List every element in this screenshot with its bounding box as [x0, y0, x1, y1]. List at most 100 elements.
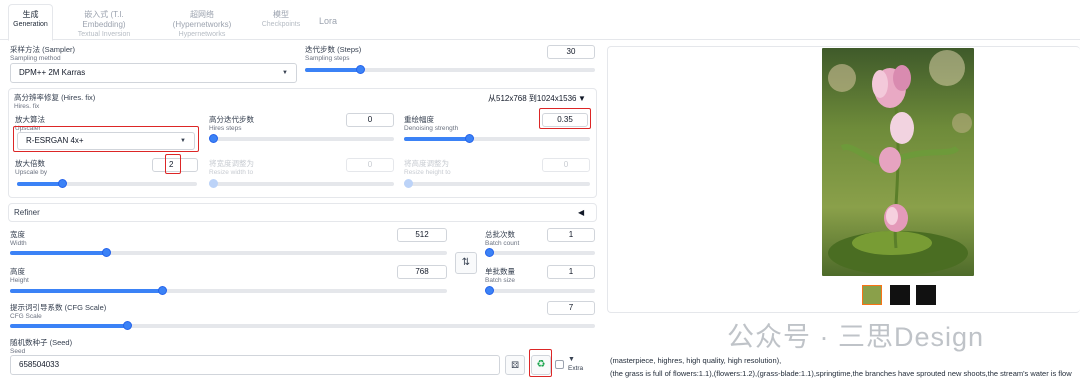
tab-checkpoints[interactable]: 模型 Checkpoints: [256, 10, 306, 30]
slider-handle[interactable]: [485, 286, 494, 295]
cfg-slider[interactable]: [10, 321, 595, 330]
hires-steps-label: 高分迭代步数 Hires steps: [209, 115, 254, 133]
label-en: Upscale by: [15, 169, 48, 176]
slider-handle[interactable]: [355, 65, 365, 74]
refiner-label: Refiner: [14, 208, 40, 217]
denoising-label: 重绘幅度 Denoising strength: [404, 115, 458, 133]
denoising-slider[interactable]: [404, 134, 590, 143]
label-en: Batch count: [485, 240, 520, 247]
extra-label: Extra: [568, 365, 584, 372]
slider-handle[interactable]: [57, 179, 67, 188]
label-zh: 单批数量: [485, 267, 515, 276]
slider-fill: [404, 137, 470, 141]
prompt-line-2: (the grass is full of flowers:1.1),(flow…: [610, 369, 1072, 378]
tab-label: 模型: [273, 10, 289, 19]
tab-hypernetworks[interactable]: 超网络 (Hypernetworks) Hypernetworks: [160, 10, 244, 40]
batch-size-label: 单批数量 Batch size: [485, 267, 515, 285]
steps-slider[interactable]: [305, 65, 595, 74]
cfg-label: 提示词引导系数 (CFG Scale) CFG Scale: [10, 303, 106, 321]
thumbnail-1[interactable]: [862, 285, 882, 305]
label-en: CFG Scale: [10, 313, 42, 320]
slider-fill: [10, 251, 107, 255]
batch-size-slider[interactable]: [485, 286, 595, 295]
steps-label: 迭代步数 (Steps) Sampling steps: [305, 45, 361, 63]
width-input[interactable]: 512: [397, 228, 447, 242]
cfg-input[interactable]: 7: [547, 301, 595, 315]
slider-handle[interactable]: [209, 134, 218, 143]
hires-steps-input[interactable]: 0: [346, 113, 394, 127]
hires-steps-slider[interactable]: [209, 134, 394, 143]
seed-label: 随机数种子 (Seed) Seed: [10, 338, 72, 356]
label-en: Sampling method: [10, 55, 61, 62]
tab-sublabel: Hypernetworks: [178, 31, 226, 38]
seed-input[interactable]: 658504033: [10, 355, 500, 375]
slider-handle[interactable]: [101, 248, 111, 257]
resize-height-slider[interactable]: [404, 179, 590, 188]
height-label: 高度 Height: [10, 267, 29, 285]
resize-width-slider[interactable]: [209, 179, 394, 188]
label-en: Hires. fix: [14, 103, 40, 110]
height-slider[interactable]: [10, 286, 447, 295]
label-zh: 高分迭代步数: [209, 115, 254, 124]
refiner-panel[interactable]: [8, 203, 597, 222]
slider-handle[interactable]: [404, 179, 413, 188]
tab-lora[interactable]: Lora: [314, 16, 342, 26]
tab-textual-inversion[interactable]: 嵌入式 (T.I. Embedding) Textual Inversion: [62, 10, 146, 40]
slider-fill: [10, 289, 163, 293]
label-zh: 提示词引导系数 (CFG Scale): [10, 303, 107, 312]
slider-handle[interactable]: [485, 248, 494, 257]
label-zh: 放大倍数: [15, 159, 45, 168]
label-en: Width: [10, 240, 27, 247]
upscale-by-label: 放大倍数 Upscale by: [15, 159, 47, 177]
label-zh: 采样方法 (Sampler): [10, 45, 76, 54]
upscale-by-slider[interactable]: [17, 179, 197, 188]
label-zh: 宽度: [10, 230, 25, 239]
hires-resolution: 从512x768 到1024x1536: [488, 94, 577, 103]
width-slider[interactable]: [10, 248, 447, 257]
label-en: Denoising strength: [404, 125, 459, 132]
generated-image[interactable]: [822, 48, 974, 276]
label-en: Resize width to: [209, 169, 254, 176]
extra-toggle[interactable]: ▼ Extra: [568, 355, 583, 373]
slider-handle[interactable]: [209, 179, 218, 188]
batch-count-input[interactable]: 1: [547, 228, 595, 242]
slider-handle[interactable]: [158, 286, 168, 295]
height-input[interactable]: 768: [397, 265, 447, 279]
label-zh: 重绘幅度: [404, 115, 434, 124]
slider-handle[interactable]: [122, 321, 132, 330]
hires-collapse-icon[interactable]: ▼: [578, 94, 586, 103]
slider-fill: [17, 182, 62, 186]
resize-height-input[interactable]: 0: [542, 158, 590, 172]
tab-label: 超网络 (Hypernetworks): [172, 10, 232, 29]
watermark: 公众号 · 三思Design: [727, 322, 985, 352]
label-en: Height: [10, 277, 29, 284]
random-seed-button[interactable]: ⚄: [505, 355, 525, 375]
extra-checkbox[interactable]: [555, 360, 564, 369]
highlight-upscaler: [13, 126, 199, 152]
tab-sublabel: Generation: [13, 21, 48, 28]
tab-label: 嵌入式 (T.I. Embedding): [82, 10, 126, 29]
width-label: 宽度 Width: [10, 230, 27, 248]
highlight-denoising: [539, 108, 591, 129]
label-zh: 高度: [10, 267, 25, 276]
tab-generation[interactable]: 生成 Generation: [10, 10, 51, 30]
resize-width-input[interactable]: 0: [346, 158, 394, 172]
batch-count-slider[interactable]: [485, 248, 595, 257]
refiner-expand-icon[interactable]: ◀: [578, 208, 584, 217]
thumbnail-2[interactable]: [890, 285, 910, 305]
tab-label: Lora: [318, 16, 337, 26]
thumbnail-3[interactable]: [916, 285, 936, 305]
steps-input[interactable]: 30: [547, 45, 595, 59]
sampler-label: 采样方法 (Sampler) Sampling method: [10, 45, 75, 63]
label-zh: 总批次数: [485, 230, 515, 239]
slider-fill: [305, 68, 361, 72]
batch-count-label: 总批次数 Batch count: [485, 230, 519, 248]
label-en: Resize height to: [404, 169, 451, 176]
slider-handle[interactable]: [464, 134, 474, 143]
tab-sublabel: Checkpoints: [261, 21, 301, 28]
resize-width-label: 将宽度调整为 Resize width to: [209, 159, 254, 177]
label-en: Batch size: [485, 277, 515, 284]
sampler-select[interactable]: DPM++ 2M Karras ▼: [10, 63, 297, 83]
batch-size-input[interactable]: 1: [547, 265, 595, 279]
swap-dimensions-button[interactable]: ⇅: [455, 252, 477, 274]
